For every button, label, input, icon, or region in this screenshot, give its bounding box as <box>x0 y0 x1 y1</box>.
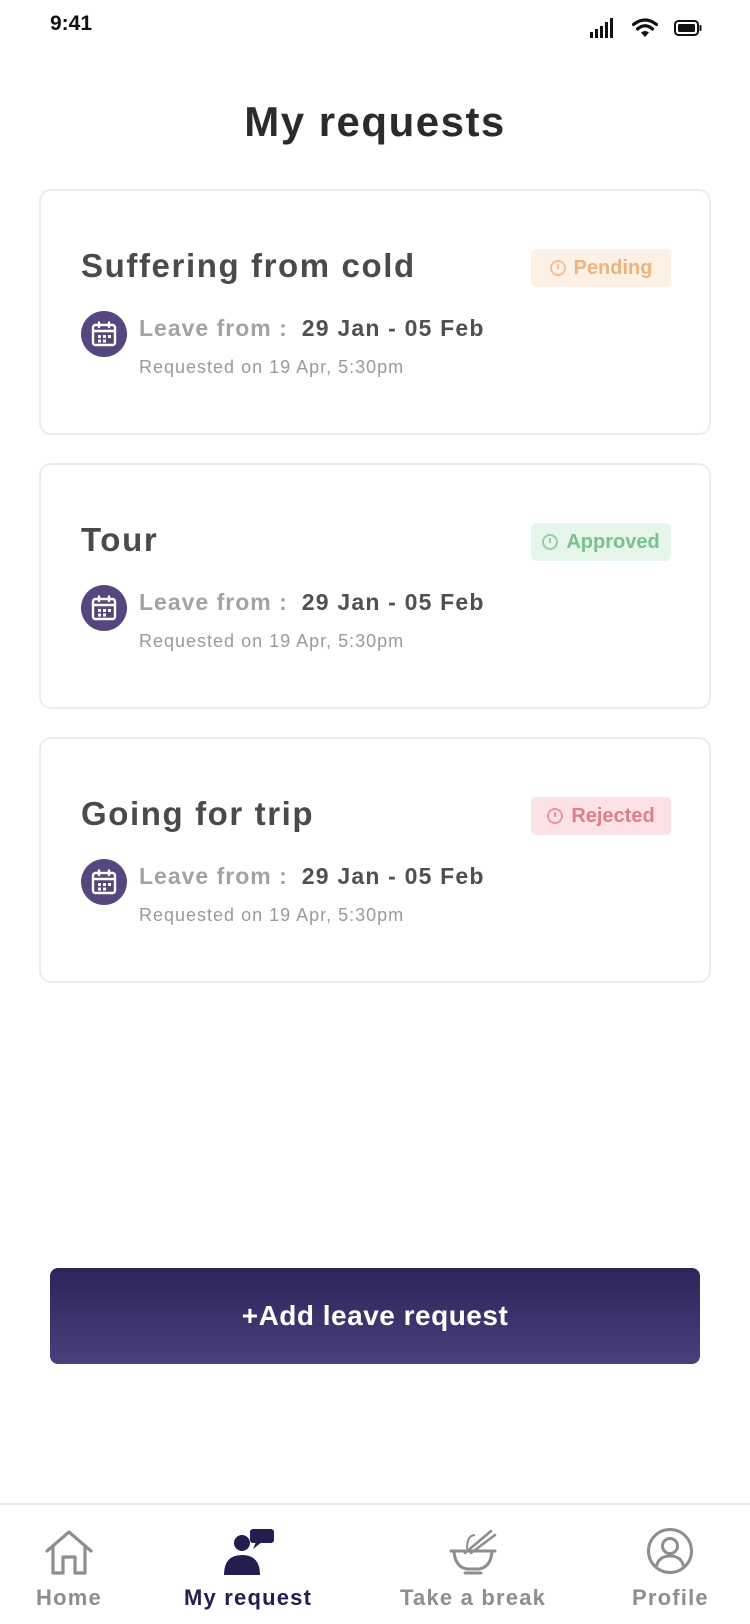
calendar-icon <box>81 311 127 357</box>
home-icon <box>43 1523 95 1575</box>
leave-dates-row: Leave from : 29 Jan - 05 Feb <box>139 589 485 616</box>
status-badge: Rejected <box>531 797 671 835</box>
page-title: My requests <box>244 98 506 145</box>
request-card[interactable]: Tour Approved Leave from : 29 Jan - 05 F… <box>39 463 711 709</box>
request-title: Tour <box>81 521 159 558</box>
tab-label: My request <box>184 1585 313 1610</box>
status-badge-label: Pending <box>573 256 653 279</box>
tab-my-request[interactable]: My request <box>184 1523 312 1611</box>
tab-label: Take a break <box>400 1585 547 1610</box>
clock-icon <box>549 260 566 276</box>
signal-icon <box>590 18 613 38</box>
tab-home[interactable]: Home <box>36 1523 102 1611</box>
screen: 9:41 My requests Suffering from cold Pen… <box>0 0 750 1624</box>
requested-timestamp: Requested on 19 Apr, 5:30pm <box>139 905 405 925</box>
clock-icon <box>542 534 559 550</box>
status-icons <box>590 18 702 38</box>
profile-icon <box>646 1523 694 1575</box>
requested-timestamp: Requested on 19 Apr, 5:30pm <box>139 357 405 377</box>
leave-label: Leave from : <box>139 863 288 889</box>
tab-label: Home <box>36 1585 102 1610</box>
leave-label: Leave from : <box>139 315 288 341</box>
request-card[interactable]: Suffering from cold Pending Leave from :… <box>39 189 711 435</box>
requested-timestamp: Requested on 19 Apr, 5:30pm <box>139 631 405 651</box>
leave-label: Leave from : <box>139 589 288 615</box>
status-badge: Approved <box>531 523 671 561</box>
calendar-icon <box>81 859 127 905</box>
tab-label: Profile <box>632 1585 709 1610</box>
status-badge-label: Rejected <box>571 804 655 827</box>
add-leave-request-button[interactable]: +Add leave request <box>50 1268 700 1364</box>
calendar-icon <box>81 585 127 631</box>
tab-profile[interactable]: Profile <box>632 1523 709 1611</box>
request-title: Suffering from cold <box>81 247 416 284</box>
person-chat-icon <box>220 1523 276 1575</box>
status-time: 9:41 <box>50 12 93 35</box>
request-card[interactable]: Going for trip Rejected Leave from : 29 … <box>39 737 711 983</box>
leave-dates: 29 Jan - 05 Feb <box>301 589 485 615</box>
leave-dates-row: Leave from : 29 Jan - 05 Feb <box>139 315 485 342</box>
request-title: Going for trip <box>81 795 315 832</box>
bottom-tab-bar: Home My request Take a break Profile <box>0 1503 750 1624</box>
status-badge: Pending <box>531 249 671 287</box>
leave-dates-row: Leave from : 29 Jan - 05 Feb <box>139 863 485 890</box>
status-bar: 9:41 <box>0 0 750 60</box>
tab-take-a-break[interactable]: Take a break <box>400 1523 546 1611</box>
noodle-bowl-icon <box>447 1523 499 1575</box>
battery-icon <box>674 20 702 36</box>
leave-dates: 29 Jan - 05 Feb <box>301 863 485 889</box>
clock-icon <box>547 808 564 824</box>
wifi-icon <box>632 18 658 37</box>
status-badge-label: Approved <box>566 530 660 553</box>
leave-dates: 29 Jan - 05 Feb <box>301 315 485 341</box>
